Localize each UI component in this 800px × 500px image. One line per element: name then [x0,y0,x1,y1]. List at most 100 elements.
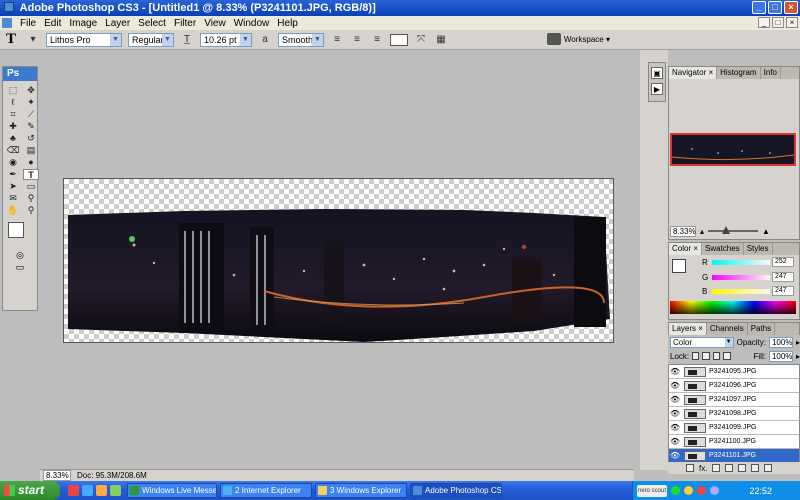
opacity-slider-arrow-icon[interactable]: ▸ [796,338,800,347]
blur-tool-icon[interactable]: ◉ [5,157,21,168]
menu-layer[interactable]: Layer [101,18,134,29]
delete-layer-icon[interactable] [764,464,773,472]
slice-tool-icon[interactable]: ⟋ [23,109,39,120]
hand-tool-icon[interactable]: ✋ [5,205,21,216]
align-right-icon[interactable]: ≡ [370,33,384,47]
red-channel-value[interactable]: 252 [772,257,794,267]
pen-tool-icon[interactable]: ✒ [5,169,21,180]
fill-slider-arrow-icon[interactable]: ▸ [796,352,800,361]
zoom-out-icon[interactable]: ▴ [700,227,704,236]
font-family-select[interactable]: Lithos Pro ▼ [46,32,122,47]
tab-layers[interactable]: Layers × [669,323,707,335]
preset-dropdown-icon[interactable]: ▾ [26,33,40,47]
doc-minimize-button[interactable]: _ [758,17,770,28]
type-tool-preset[interactable]: T [6,31,20,48]
color-foreground-swatch[interactable] [672,259,686,273]
start-button[interactable]: start [0,481,60,500]
eraser-tool-icon[interactable]: ⌫ [5,145,21,156]
layer-row[interactable]: 👁 P3241100.JPG [669,435,799,449]
character-panel-icon[interactable]: ▦ [434,33,448,47]
tab-histogram[interactable]: Histogram [717,67,761,79]
text-color-swatch[interactable] [390,33,408,46]
layer-row[interactable]: 👁 P3241096.JPG [669,379,799,393]
layer-style-icon[interactable]: fx. [699,464,707,473]
type-tool-icon[interactable]: T [23,169,39,180]
tab-navigator[interactable]: Navigator × [669,67,718,79]
task-windows-explorer[interactable]: 3 Windows Explorer [315,483,407,498]
tab-color[interactable]: Color × [669,243,703,255]
brush-tool-icon[interactable]: ✎ [23,121,39,132]
eyedropper-tool-icon[interactable]: ⚲ [23,193,39,204]
quick-launch-media-icon[interactable] [110,485,121,496]
dodge-tool-icon[interactable]: ● [23,157,39,168]
blue-channel-value[interactable]: 247 [772,286,794,296]
doc-restore-button[interactable]: □ [772,17,784,28]
clone-stamp-tool-icon[interactable]: ♣ [5,133,21,144]
zoom-tool-icon[interactable]: ⚲ [23,205,39,216]
green-channel-value[interactable]: 247 [772,272,794,282]
antialias-select[interactable]: Smooth ▼ [278,32,324,47]
document-canvas[interactable] [63,178,614,343]
font-size-select[interactable]: 10.26 pt ▼ [200,32,252,47]
blend-mode-select[interactable]: Color ▼ [670,336,734,348]
notes-tool-icon[interactable]: ✉ [5,193,21,204]
menu-view[interactable]: View [200,18,230,29]
opacity-field[interactable]: 100% [768,336,793,348]
nero-scout-logo[interactable]: nero scout [637,484,667,497]
move-tool-icon[interactable]: ✥ [23,85,39,96]
tray-volume-icon[interactable] [710,486,719,495]
blue-channel-slider[interactable] [712,288,770,294]
tray-network-icon[interactable] [671,486,680,495]
task-messenger[interactable]: Windows Live Messen... [127,483,217,498]
marquee-tool-icon[interactable]: ⬚ [5,85,21,96]
shape-tool-icon[interactable]: ▭ [23,181,39,192]
new-layer-icon[interactable] [751,464,760,472]
task-internet-explorer[interactable]: 2 Internet Explorer [220,483,312,498]
lock-image-icon[interactable] [702,352,710,360]
magic-wand-tool-icon[interactable]: ✦ [23,97,39,108]
visibility-eye-icon[interactable]: 👁 [669,409,681,418]
tray-security-icon[interactable] [684,486,693,495]
lock-transparent-icon[interactable] [692,352,700,360]
document-icon[interactable] [2,18,12,28]
visibility-eye-icon[interactable]: 👁 [669,367,681,376]
screen-mode-icon[interactable]: ▭ [3,262,37,274]
layer-row[interactable]: 👁 P3241099.JPG [669,421,799,435]
tab-channels[interactable]: Channels [707,323,748,335]
healing-brush-tool-icon[interactable]: ✚ [5,121,21,132]
tool-presets-icon[interactable]: ▣ [651,67,663,79]
visibility-eye-icon[interactable]: 👁 [669,395,681,404]
quick-mask-icon[interactable]: ◎ [3,250,37,262]
quick-launch-app-icon[interactable] [68,485,79,496]
visibility-eye-icon[interactable]: 👁 [669,451,681,460]
layer-mask-icon[interactable] [712,464,721,472]
layer-row[interactable]: 👁 P3241101.JPG [669,449,799,463]
gradient-tool-icon[interactable]: ▤ [23,145,39,156]
layer-row[interactable]: 👁 P3241098.JPG [669,407,799,421]
tab-paths[interactable]: Paths [748,323,776,335]
slider-handle[interactable] [722,226,731,234]
workspace-switcher[interactable]: Workspace ▾ [546,33,610,45]
quick-launch-mail-icon[interactable] [96,485,107,496]
bridge-icon[interactable] [546,33,561,45]
zoom-in-icon[interactable]: ▲ [762,227,770,236]
lock-all-icon[interactable] [723,352,731,360]
font-style-select[interactable]: Regular ▼ [128,32,174,47]
lasso-tool-icon[interactable]: ℓ [5,97,21,108]
fill-field[interactable]: 100% [768,350,793,362]
menu-window[interactable]: Window [230,18,274,29]
color-spectrum-bar[interactable] [670,301,796,314]
foreground-color-swatch[interactable] [8,222,24,238]
path-selection-tool-icon[interactable]: ➤ [5,181,21,192]
menu-filter[interactable]: Filter [170,18,200,29]
visibility-eye-icon[interactable]: 👁 [669,381,681,390]
minimize-button[interactable]: _ [752,1,766,14]
lock-position-icon[interactable] [712,352,721,360]
menu-help[interactable]: Help [273,18,302,29]
task-photoshop[interactable]: Adobe Photoshop CS... [410,483,502,498]
new-group-icon[interactable] [738,464,747,472]
doc-close-button[interactable]: × [786,17,798,28]
tray-antivirus-icon[interactable] [697,486,706,495]
red-channel-slider[interactable] [712,259,770,265]
layer-row[interactable]: 👁 P3241095.JPG [669,365,799,379]
